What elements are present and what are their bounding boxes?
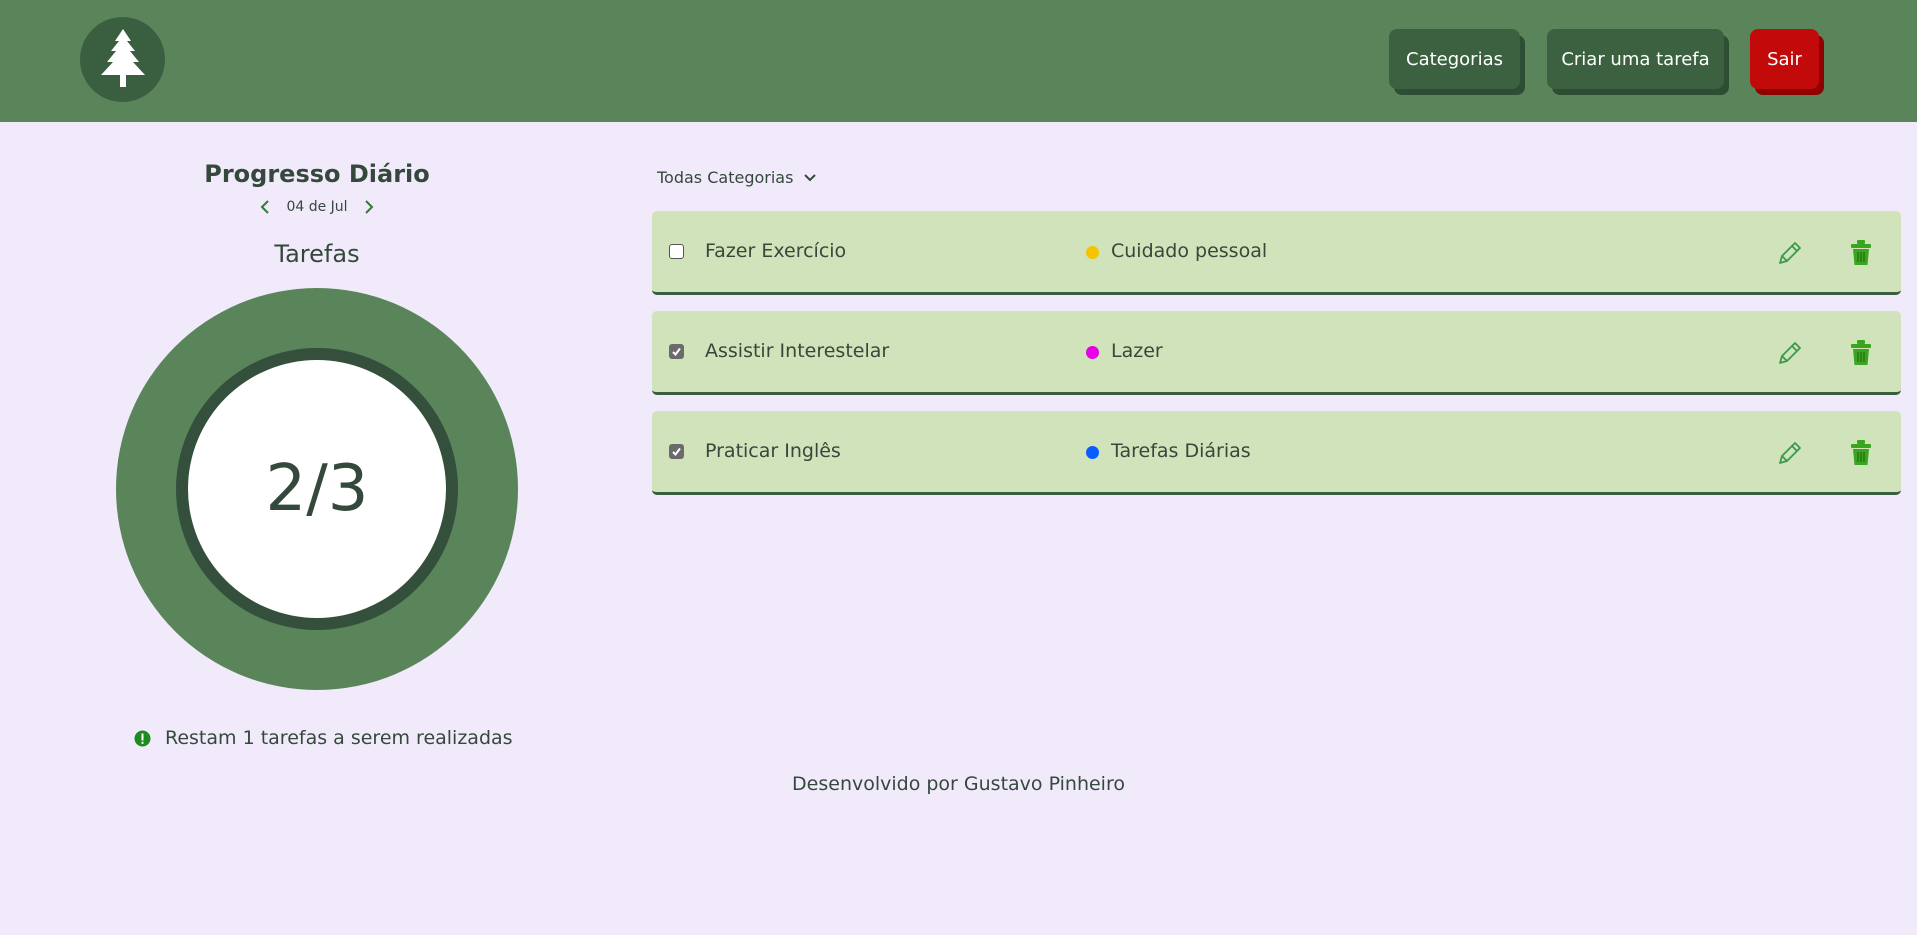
category-color-dot [1086,246,1099,259]
task-category: Tarefas Diárias [1111,440,1251,462]
remaining-message: Restam 1 tarefas a serem realizadas [134,727,513,749]
progress-count: 2/3 [265,452,369,526]
date-navigator: 04 de Jul [117,198,517,216]
task-row: Assistir Interestelar Lazer [652,311,1901,395]
pencil-icon[interactable] [1776,339,1804,367]
categories-button[interactable]: Categorias [1389,29,1520,89]
create-task-button[interactable]: Criar uma tarefa [1547,29,1724,89]
task-name: Fazer Exercício [705,240,847,262]
task-checkbox[interactable] [669,444,684,459]
task-row: Fazer Exercício Cuidado pessoal [652,211,1901,295]
category-filter-value: Todas Categorias [657,168,794,187]
category-color-dot [1086,446,1099,459]
task-name: Praticar Inglês [705,440,841,462]
chevron-left-icon[interactable] [256,198,274,216]
remaining-text: Restam 1 tarefas a serem realizadas [165,727,513,749]
trash-icon[interactable] [1848,339,1874,367]
tasks-label: Tarefas [274,240,360,268]
task-checkbox[interactable] [669,244,684,259]
task-list: Fazer Exercício Cuidado pessoal Assistir… [652,211,1901,511]
category-color-dot [1086,346,1099,359]
task-category: Cuidado pessoal [1111,240,1268,262]
trash-icon[interactable] [1848,239,1874,267]
pencil-icon[interactable] [1776,439,1804,467]
logout-button[interactable]: Sair [1750,29,1819,89]
footer-credit: Desenvolvido por Gustavo Pinheiro [792,773,1125,795]
trash-icon[interactable] [1848,439,1874,467]
pine-tree-icon [100,28,145,87]
pencil-icon[interactable] [1776,239,1804,267]
category-filter-select[interactable]: Todas Categorias [657,168,817,187]
alert-circle-icon [134,730,151,746]
logo[interactable] [80,17,165,102]
task-checkbox[interactable] [669,344,684,359]
progress-title: Progresso Diário [204,160,430,188]
chevron-down-icon [804,173,817,181]
chevron-right-icon[interactable] [360,198,378,216]
task-row: Praticar Inglês Tarefas Diárias [652,411,1901,495]
current-date: 04 de Jul [286,199,348,215]
top-header: Categorias Criar uma tarefa Sair [0,0,1917,122]
task-category: Lazer [1111,340,1163,362]
task-name: Assistir Interestelar [705,340,890,362]
